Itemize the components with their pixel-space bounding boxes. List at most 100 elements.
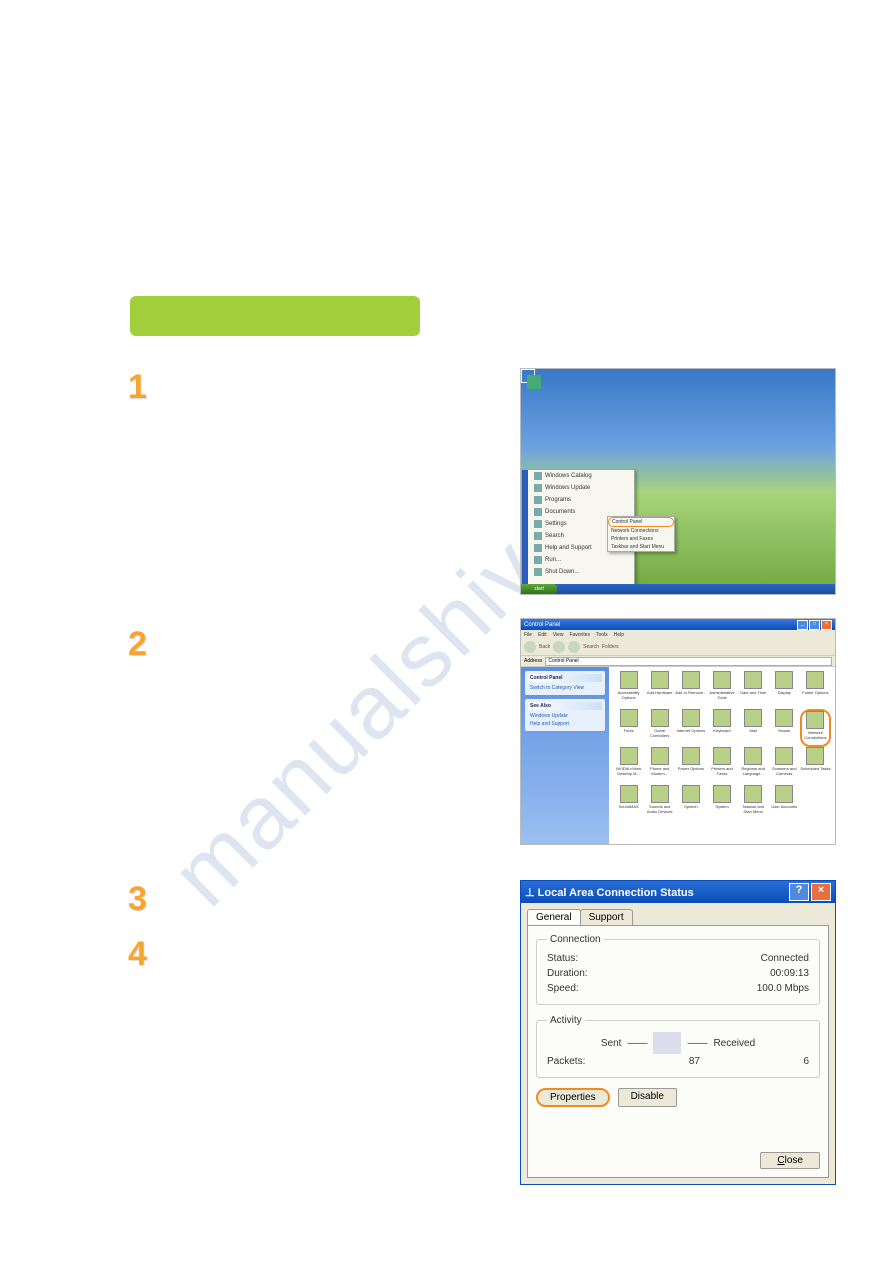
cp-icon[interactable]: Power Options	[675, 747, 706, 785]
cp-icon-label: System	[715, 804, 728, 809]
cp-icon-image	[620, 785, 638, 803]
start-menu-stripe	[522, 470, 528, 585]
menu-help[interactable]: Help	[614, 632, 624, 638]
cp-icon[interactable]: Speech	[675, 785, 706, 823]
disable-button[interactable]: Disable	[618, 1088, 677, 1107]
cp-icon[interactable]: Game Controllers	[644, 709, 675, 747]
cp-icon[interactable]: Internet Options	[675, 709, 706, 747]
sent-label: Sent	[601, 1038, 622, 1049]
cp-icon-image	[744, 671, 762, 689]
see-also-update[interactable]: Windows Update	[528, 712, 602, 720]
cp-icon[interactable]: Sounds and Audio Devices	[644, 785, 675, 823]
cp-icon-label: Add or Remove...	[675, 690, 706, 695]
speed-value: 100.0 Mbps	[757, 983, 809, 994]
back-button-icon[interactable]	[524, 641, 536, 653]
menu-file[interactable]: File	[524, 632, 532, 638]
cp-icon-label: Display	[778, 690, 791, 695]
search-button[interactable]: Search	[583, 644, 599, 650]
cp-icon-image	[651, 671, 669, 689]
menu-item-run[interactable]: Run...	[522, 554, 634, 566]
start-button[interactable]: start	[521, 584, 557, 594]
submenu-printers[interactable]: Printers and Faxes	[608, 535, 674, 543]
cp-icon-image	[806, 747, 824, 765]
cp-icon[interactable]: Accessibility Options	[613, 671, 644, 709]
tab-general[interactable]: General	[527, 909, 581, 925]
cp-icon[interactable]: Add Hardware	[644, 671, 675, 709]
tab-support[interactable]: Support	[580, 909, 633, 925]
cp-icon[interactable]: Scanners and Cameras	[769, 747, 800, 785]
cp-icon-image	[682, 709, 700, 727]
cp-icon-label: Regional and Language...	[738, 766, 769, 776]
submenu-taskbar[interactable]: Taskbar and Start Menu	[608, 543, 674, 551]
cp-icon-label: Mail	[749, 728, 756, 733]
cp-icon[interactable]: Keyboard	[706, 709, 737, 747]
cp-icon[interactable]: User Accounts	[769, 785, 800, 823]
cp-icon[interactable]: Date and Time	[738, 671, 769, 709]
close-button[interactable]: Close	[760, 1152, 820, 1169]
close-button[interactable]: ×	[821, 620, 832, 630]
cp-icon[interactable]: Fonts	[613, 709, 644, 747]
menu-item-shutdown[interactable]: Shut Down...	[522, 566, 634, 578]
task-box-control-panel: Control Panel Switch to Category View	[525, 671, 605, 695]
minimize-button[interactable]: _	[797, 620, 808, 630]
cp-icon-label: Printers and Faxes	[706, 766, 737, 776]
packets-label: Packets:	[547, 1056, 585, 1067]
screenshot-desktop-start-menu: Windows Catalog Windows Update Programs …	[520, 368, 836, 595]
cp-icon[interactable]: SoundMAX	[613, 785, 644, 823]
activity-legend: Activity	[547, 1015, 585, 1026]
cp-icon-image	[713, 785, 731, 803]
cp-icon[interactable]: Folder Options	[800, 671, 831, 709]
cp-icon-label: Phone and Modem...	[644, 766, 675, 776]
cp-icon[interactable]: Phone and Modem...	[644, 747, 675, 785]
cp-icon-label: Accessibility Options	[613, 690, 644, 700]
back-label: Back	[539, 644, 550, 650]
cp-icon[interactable]: Regional and Language...	[738, 747, 769, 785]
maximize-button[interactable]: □	[809, 620, 820, 630]
cp-icon[interactable]: Scheduled Tasks	[800, 747, 831, 785]
address-field[interactable]: Control Panel	[545, 657, 832, 666]
up-button-icon[interactable]	[568, 641, 580, 653]
forward-button-icon[interactable]	[553, 641, 565, 653]
cp-icon-image	[713, 671, 731, 689]
properties-button[interactable]: Properties	[536, 1088, 610, 1107]
address-label: Address	[524, 658, 542, 664]
menu-favorites[interactable]: Favorites	[569, 632, 590, 638]
menu-item-programs[interactable]: Programs	[522, 494, 634, 506]
help-button[interactable]: ?	[789, 883, 809, 901]
cp-icon-label: Mouse	[778, 728, 790, 733]
menu-item-update[interactable]: Windows Update	[522, 482, 634, 494]
cp-icon[interactable]: Mail	[738, 709, 769, 747]
folders-button[interactable]: Folders	[602, 644, 619, 650]
cp-icon[interactable]: System	[706, 785, 737, 823]
dialog-title: Local Area Connection Status	[538, 887, 694, 899]
desktop-icon	[527, 375, 541, 389]
cp-icon-label: NVIDIA nView Desktop M...	[613, 766, 644, 776]
cp-icon-label: SoundMAX	[618, 804, 638, 809]
cp-icon-image	[620, 671, 638, 689]
see-also-help[interactable]: Help and Support	[528, 720, 602, 728]
cp-icon[interactable]: Administrative Tools	[706, 671, 737, 709]
menu-item-catalog[interactable]: Windows Catalog	[522, 470, 634, 482]
cp-icon-label: Administrative Tools	[706, 690, 737, 700]
settings-submenu: Control Panel Network Connections Printe…	[607, 516, 675, 552]
cp-icon[interactable]: NVIDIA nView Desktop M...	[613, 747, 644, 785]
switch-view-link[interactable]: Switch to Category View	[528, 684, 602, 692]
cp-icon[interactable]: Mouse	[769, 709, 800, 747]
cp-icon[interactable]: Printers and Faxes	[706, 747, 737, 785]
submenu-network[interactable]: Network Connections	[608, 527, 674, 535]
cp-icon-image	[651, 709, 669, 727]
cp-icon-image	[620, 747, 638, 765]
cp-icon[interactable]: Network Connections	[800, 709, 831, 747]
cp-icon[interactable]: Taskbar and Start Menu	[738, 785, 769, 823]
menubar: File Edit View Favorites Tools Help	[521, 630, 835, 639]
task-box-see-also: See Also Windows Update Help and Support	[525, 699, 605, 731]
submenu-control-panel[interactable]: Control Panel	[608, 517, 674, 527]
menu-view[interactable]: View	[553, 632, 564, 638]
cp-icon[interactable]: Add or Remove...	[675, 671, 706, 709]
menu-tools[interactable]: Tools	[596, 632, 608, 638]
received-value: 6	[803, 1056, 809, 1067]
cp-icon[interactable]: Display	[769, 671, 800, 709]
close-x-button[interactable]: ×	[811, 883, 831, 901]
screenshot-control-panel: Control Panel _ □ × File Edit View Favor…	[520, 618, 836, 845]
menu-edit[interactable]: Edit	[538, 632, 547, 638]
